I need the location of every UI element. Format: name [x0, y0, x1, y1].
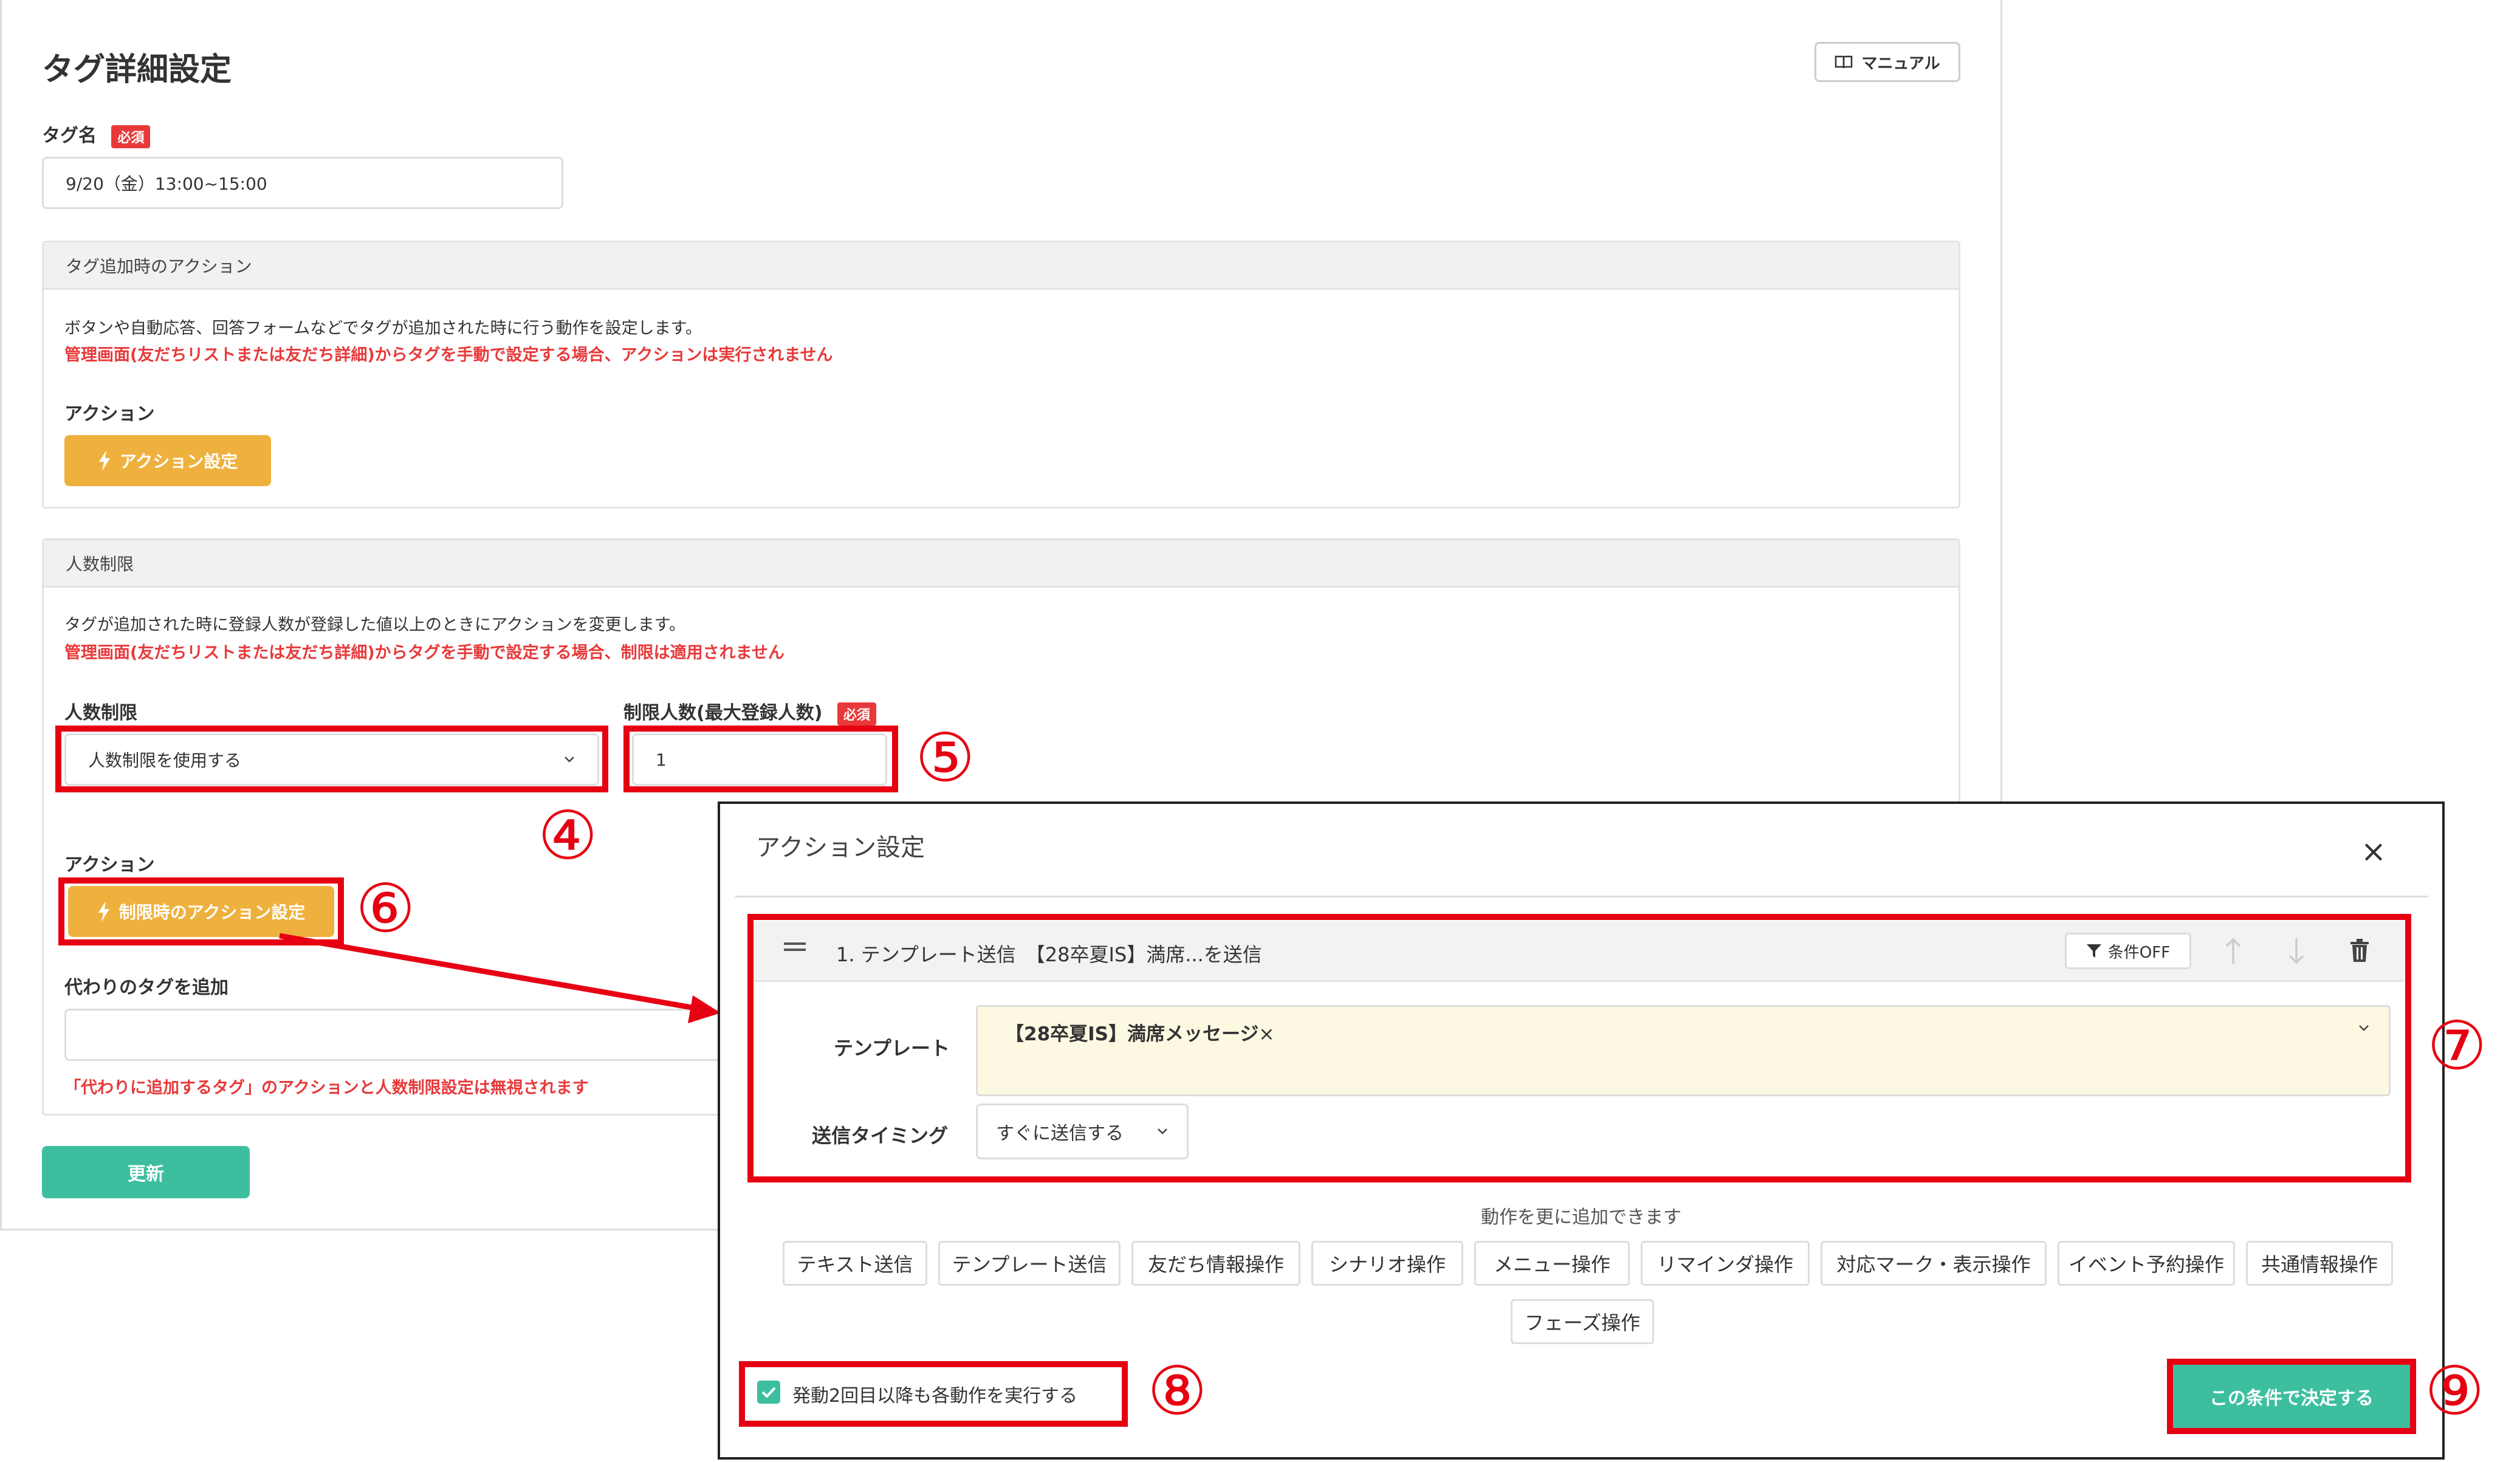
action-type-scenario[interactable]: シナリオ操作 — [1311, 1241, 1463, 1286]
action-type-event[interactable]: イベント予約操作 — [2058, 1241, 2235, 1286]
annotation-number-9: ⑨ — [2425, 1352, 2485, 1430]
modal-divider — [735, 896, 2428, 897]
action-type-friend-info[interactable]: 友だち情報操作 — [1131, 1241, 1300, 1286]
modal-title: アクション設定 — [756, 834, 925, 862]
annotation-box-8 — [739, 1361, 1128, 1427]
action-type-reminder[interactable]: リマインダ操作 — [1641, 1241, 1810, 1286]
annotation-box-7 — [747, 914, 2411, 1182]
action-type-phase[interactable]: フェーズ操作 — [1511, 1299, 1654, 1344]
action-type-shared-info[interactable]: 共通情報操作 — [2246, 1241, 2393, 1286]
action-type-menu[interactable]: メニュー操作 — [1474, 1241, 1630, 1286]
close-icon[interactable]: × — [2361, 834, 2386, 869]
add-more-text: 動作を更に追加できます — [1481, 1207, 1681, 1228]
action-type-template[interactable]: テンプレート送信 — [938, 1241, 1121, 1286]
annotation-number-8: ⑧ — [1147, 1352, 1207, 1430]
action-type-mark-display[interactable]: 対応マーク・表示操作 — [1821, 1241, 2047, 1286]
annotation-box-9 — [2167, 1359, 2416, 1434]
annotation-number-7: ⑦ — [2427, 1007, 2487, 1085]
action-type-text[interactable]: テキスト送信 — [783, 1241, 927, 1286]
